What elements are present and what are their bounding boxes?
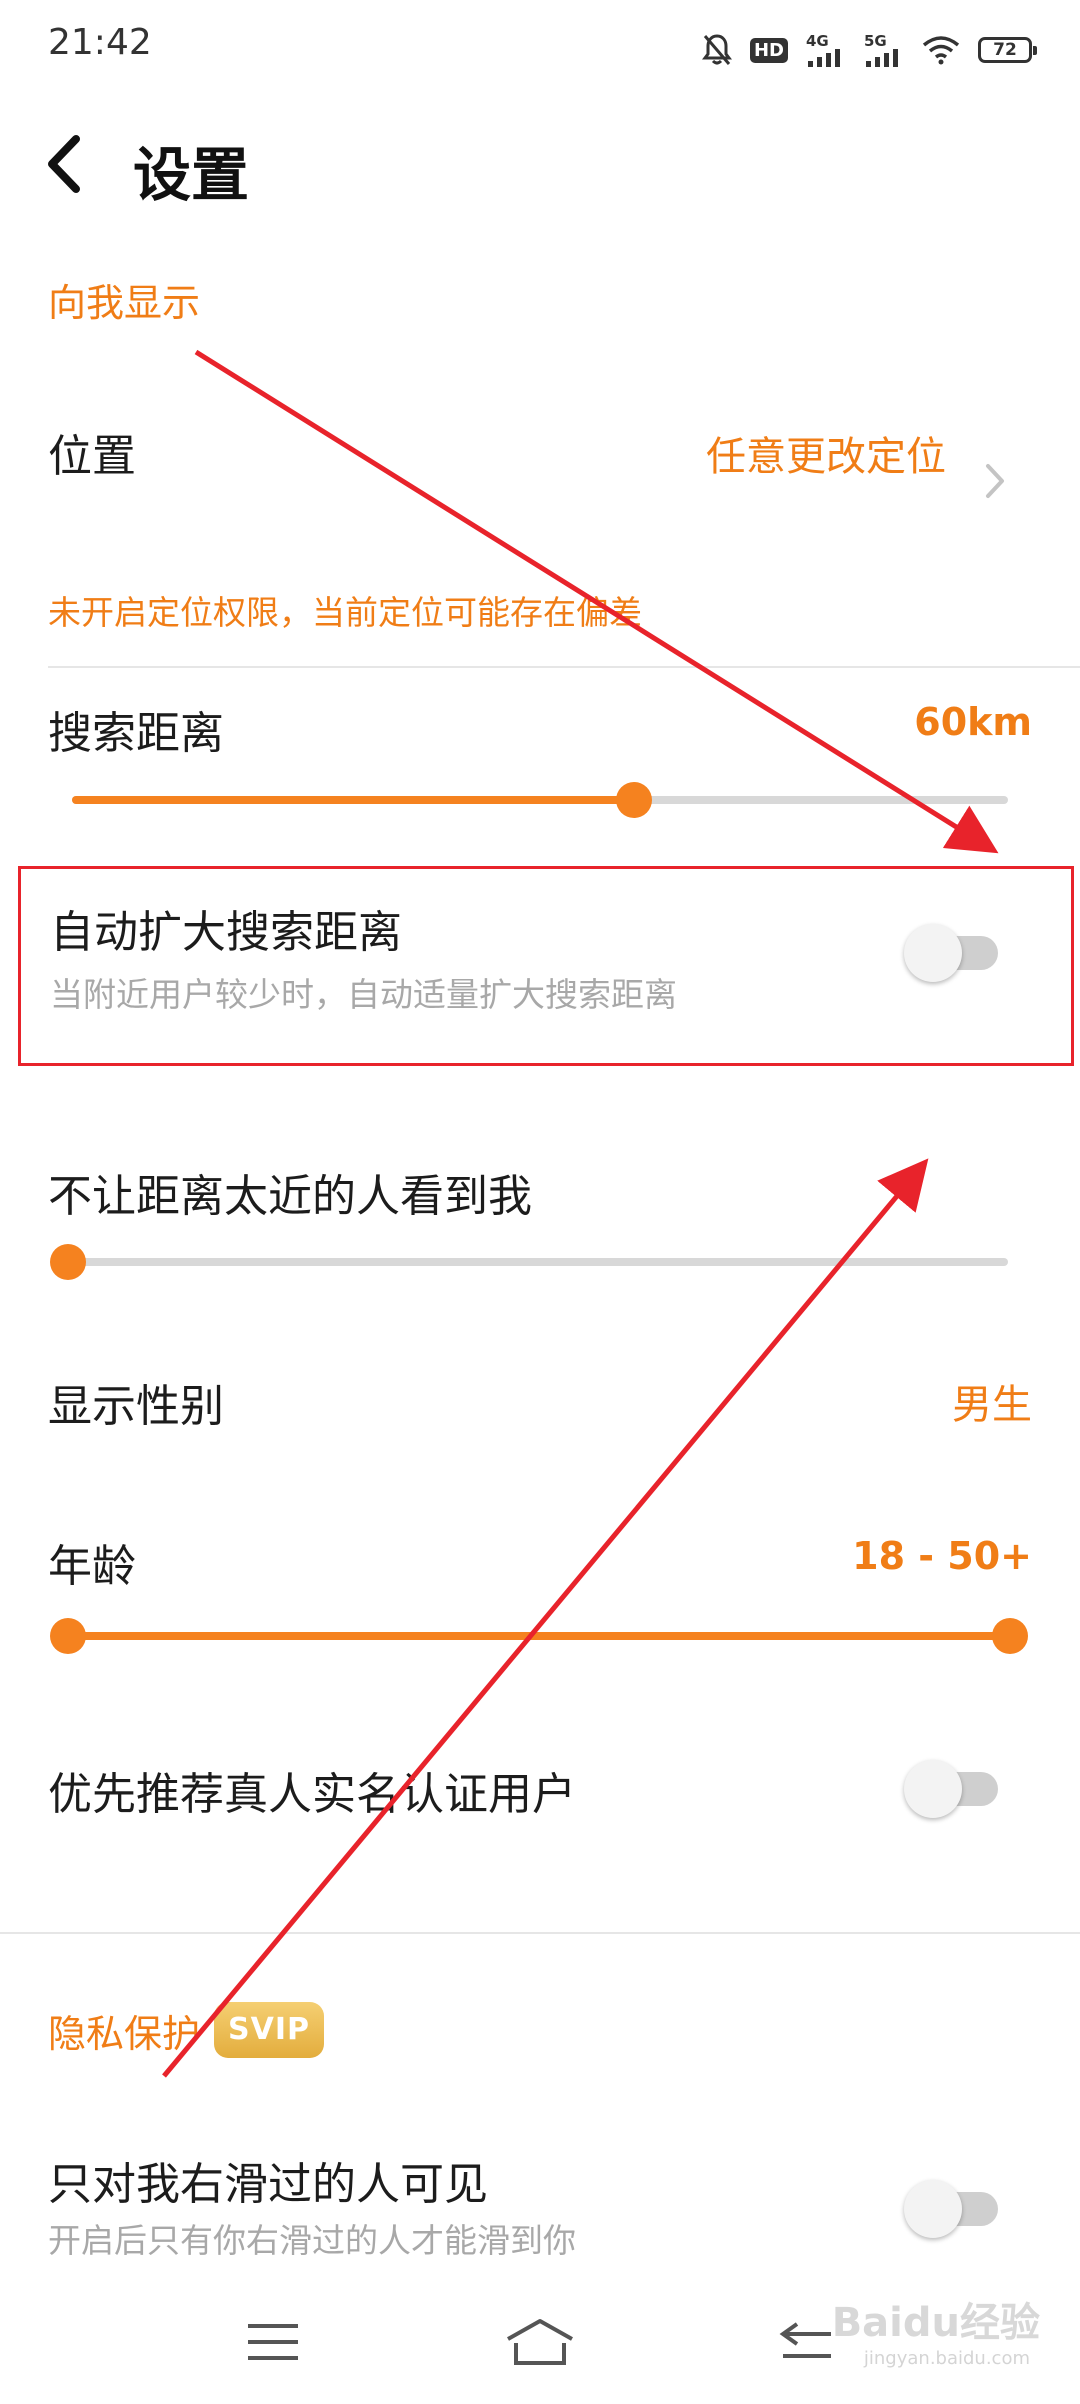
menu-button[interactable] [218,2302,328,2382]
annotation-arrow-down [194,349,999,854]
watermark-brand: Baidu经验 [831,2300,1040,2346]
back-nav-icon [779,2322,831,2358]
watermark-url: jingyan.baidu.com [863,2348,1030,2369]
menu-icon [248,2324,299,2360]
home-icon [507,2319,573,2365]
home-button[interactable] [485,2302,595,2382]
annotation-arrow-up [162,1158,929,2078]
annotation-arrows [162,349,999,2078]
